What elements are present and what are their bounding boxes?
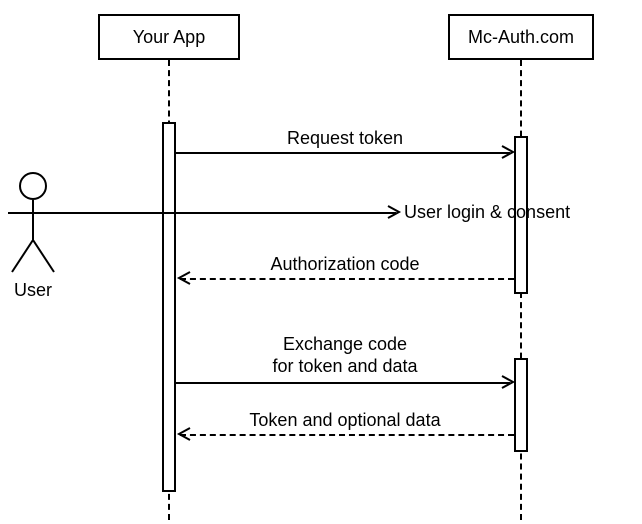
activation-mcauth-2 (514, 358, 528, 452)
actor-head-icon (19, 172, 47, 200)
actor-arms-icon (8, 212, 58, 214)
msg-exchange-label-line1: Exchange code (230, 334, 460, 355)
arrow-right-icon (500, 374, 516, 390)
msg-user-login-line (58, 212, 396, 214)
participant-your-app-label: Your App (133, 27, 205, 48)
actor-body-icon (32, 200, 34, 242)
activation-your-app (162, 122, 176, 492)
msg-exchange-label-line2: for token and data (230, 356, 460, 377)
participant-mcauth: Mc-Auth.com (448, 14, 594, 60)
msg-exchange-line (176, 382, 510, 384)
arrow-right-icon (500, 144, 516, 160)
msg-user-login-label: User login & consent (404, 202, 634, 223)
actor-legs-icon (8, 240, 58, 274)
msg-auth-code-label: Authorization code (230, 254, 460, 275)
arrow-right-icon (386, 204, 402, 220)
msg-request-token-label: Request token (230, 128, 460, 149)
participant-your-app: Your App (98, 14, 240, 60)
arrow-left-icon (176, 270, 192, 286)
arrow-left-icon (176, 426, 192, 442)
sequence-diagram: Your App Mc-Auth.com User Request token … (0, 0, 642, 524)
msg-token-line (180, 434, 514, 436)
actor-label: User (8, 280, 58, 301)
msg-token-label: Token and optional data (210, 410, 480, 431)
msg-request-token-line (176, 152, 510, 154)
msg-auth-code-line (180, 278, 514, 280)
participant-mcauth-label: Mc-Auth.com (468, 27, 574, 48)
